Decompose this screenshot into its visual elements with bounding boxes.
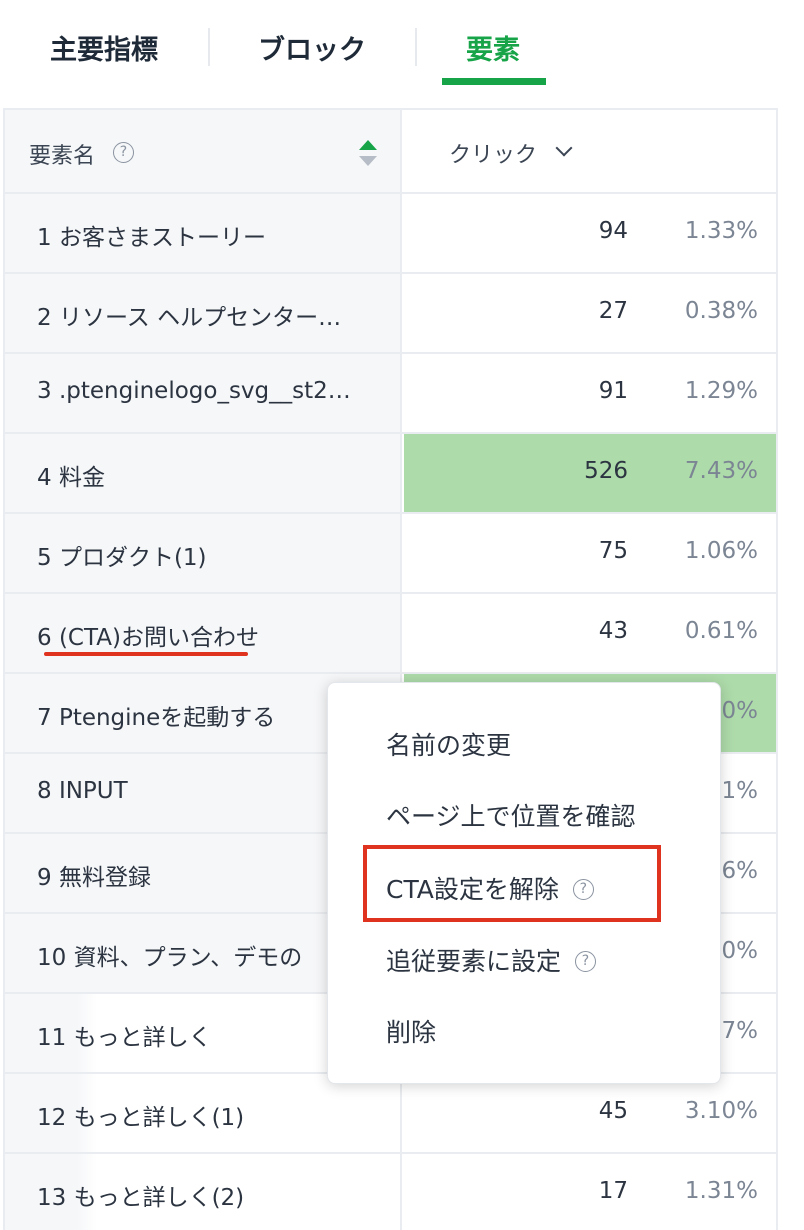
cell-clicks: 27 0.38% — [404, 274, 776, 352]
element-name-text: 10 資料、プラン、デモの — [37, 945, 303, 971]
cell-element-name[interactable]: 2 リソース ヘルプセンター… — [5, 274, 402, 352]
click-percentage: 1.29% — [684, 378, 758, 404]
cell-clicks: 45 3.10% — [404, 1074, 776, 1152]
menu-item-locate-on-page[interactable]: ページ上で位置を確認 — [386, 797, 636, 833]
menu-item-set-follow-element[interactable]: 追従要素に設定? — [386, 942, 597, 978]
tab-divider — [415, 28, 417, 66]
cell-clicks: 75 1.06% — [404, 514, 776, 592]
click-count: 17 — [598, 1178, 628, 1204]
click-count: 43 — [598, 618, 628, 644]
table-row[interactable]: 13 もっと詳しく(2) 17 1.31% — [5, 1154, 776, 1230]
click-percentage: 1.31% — [684, 1178, 758, 1204]
click-count: 526 — [584, 458, 628, 484]
click-percentage: 7% — [721, 1018, 759, 1044]
click-percentage: 0.38% — [684, 298, 758, 324]
click-percentage: 0.61% — [684, 618, 758, 644]
cell-element-name[interactable]: 12 もっと詳しく(1) — [5, 1074, 402, 1152]
element-name-text: 3 .ptenginelogo_svg__st2… — [37, 378, 351, 404]
click-percentage: 3.10% — [684, 1098, 758, 1124]
menu-item-label: 名前の変更 — [386, 731, 512, 760]
click-percentage: 0% — [721, 698, 759, 724]
cell-clicks: 94 1.33% — [404, 194, 776, 272]
click-count: 75 — [598, 538, 628, 564]
cell-clicks: 17 1.31% — [404, 1154, 776, 1230]
table-row[interactable]: 1 お客さまストーリー 94 1.33% — [5, 194, 776, 274]
cell-element-name[interactable]: 6 (CTA)お問い合わせ — [5, 594, 402, 672]
element-name-text: 7 Ptengineを起動する — [37, 705, 276, 731]
element-name-text: 9 無料登録 — [37, 865, 151, 891]
click-percentage: 6% — [721, 858, 759, 884]
click-count: 91 — [598, 378, 628, 404]
click-percentage: 7.43% — [684, 458, 758, 484]
table-row[interactable]: 5 プロダクト(1) 75 1.06% — [5, 514, 776, 594]
cell-element-name[interactable]: 1 お客さまストーリー — [5, 194, 402, 272]
cell-element-name[interactable]: 5 プロダクト(1) — [5, 514, 402, 592]
annotation-underline — [44, 652, 248, 656]
sort-toggle[interactable] — [357, 140, 379, 172]
menu-item-label: 削除 — [386, 1018, 437, 1047]
annotation-highlight-box — [363, 845, 661, 922]
chevron-down-icon[interactable] — [555, 139, 573, 157]
click-percentage: 1.06% — [684, 538, 758, 564]
column-header-clicks[interactable]: クリック — [449, 137, 537, 169]
click-count: 27 — [598, 298, 628, 324]
tab-elements[interactable]: 要素 — [466, 28, 520, 67]
click-count: 94 — [598, 218, 628, 244]
cell-clicks: 526 7.43% — [404, 434, 776, 512]
click-count: 45 — [598, 1098, 628, 1124]
table-row[interactable]: 12 もっと詳しく(1) 45 3.10% — [5, 1074, 776, 1154]
tab-blocks[interactable]: ブロック — [258, 28, 366, 67]
tab-bar: 主要指標 ブロック 要素 — [0, 0, 804, 100]
cell-element-name[interactable]: 3 .ptenginelogo_svg__st2… — [5, 354, 402, 432]
element-name-text: 2 リソース ヘルプセンター… — [37, 305, 342, 331]
click-percentage: 1.33% — [684, 218, 758, 244]
cell-clicks: 43 0.61% — [404, 594, 776, 672]
context-menu: 名前の変更 ページ上で位置を確認 CTA設定を解除? 追従要素に設定? 削除 — [327, 682, 721, 1084]
active-tab-indicator — [442, 78, 546, 85]
table-row[interactable]: 2 リソース ヘルプセンター… 27 0.38% — [5, 274, 776, 354]
element-name-text: 1 お客さまストーリー — [37, 225, 266, 251]
table-row[interactable]: 3 .ptenginelogo_svg__st2… 91 1.29% — [5, 354, 776, 434]
menu-item-label: 追従要素に設定 — [386, 947, 562, 976]
cell-element-name[interactable]: 4 料金 — [5, 434, 402, 512]
tab-divider — [208, 28, 210, 66]
element-name-text: 8 INPUT — [37, 778, 128, 804]
question-circle-icon[interactable]: ? — [113, 142, 134, 163]
column-header-element-name: 要素名 ? — [5, 110, 402, 192]
table-row[interactable]: 6 (CTA)お問い合わせ 43 0.61% — [5, 594, 776, 674]
table-row[interactable]: 4 料金 526 7.43% — [5, 434, 776, 514]
sort-desc-icon — [359, 156, 377, 166]
element-name-text: 13 もっと詳しく(2) — [37, 1185, 245, 1211]
element-name-text: 6 (CTA)お問い合わせ — [37, 625, 259, 651]
element-name-text: 11 もっと詳しく — [37, 1025, 212, 1051]
menu-item-label: ページ上で位置を確認 — [386, 802, 636, 831]
tab-key-metrics[interactable]: 主要指標 — [50, 28, 158, 67]
click-percentage: 1% — [721, 778, 759, 804]
table-header: 要素名 ? クリック — [5, 110, 776, 194]
question-circle-icon[interactable]: ? — [575, 950, 597, 972]
menu-item-delete[interactable]: 削除 — [386, 1013, 436, 1049]
element-name-text: 4 料金 — [37, 465, 105, 491]
sort-asc-icon — [359, 140, 377, 150]
cell-element-name[interactable]: 13 もっと詳しく(2) — [5, 1154, 402, 1230]
cell-clicks: 91 1.29% — [404, 354, 776, 432]
element-name-text: 5 プロダクト(1) — [37, 545, 207, 571]
element-name-text: 12 もっと詳しく(1) — [37, 1105, 245, 1131]
column-header-label: 要素名 — [29, 144, 96, 169]
menu-item-rename[interactable]: 名前の変更 — [386, 726, 511, 762]
click-percentage: 0% — [721, 938, 759, 964]
